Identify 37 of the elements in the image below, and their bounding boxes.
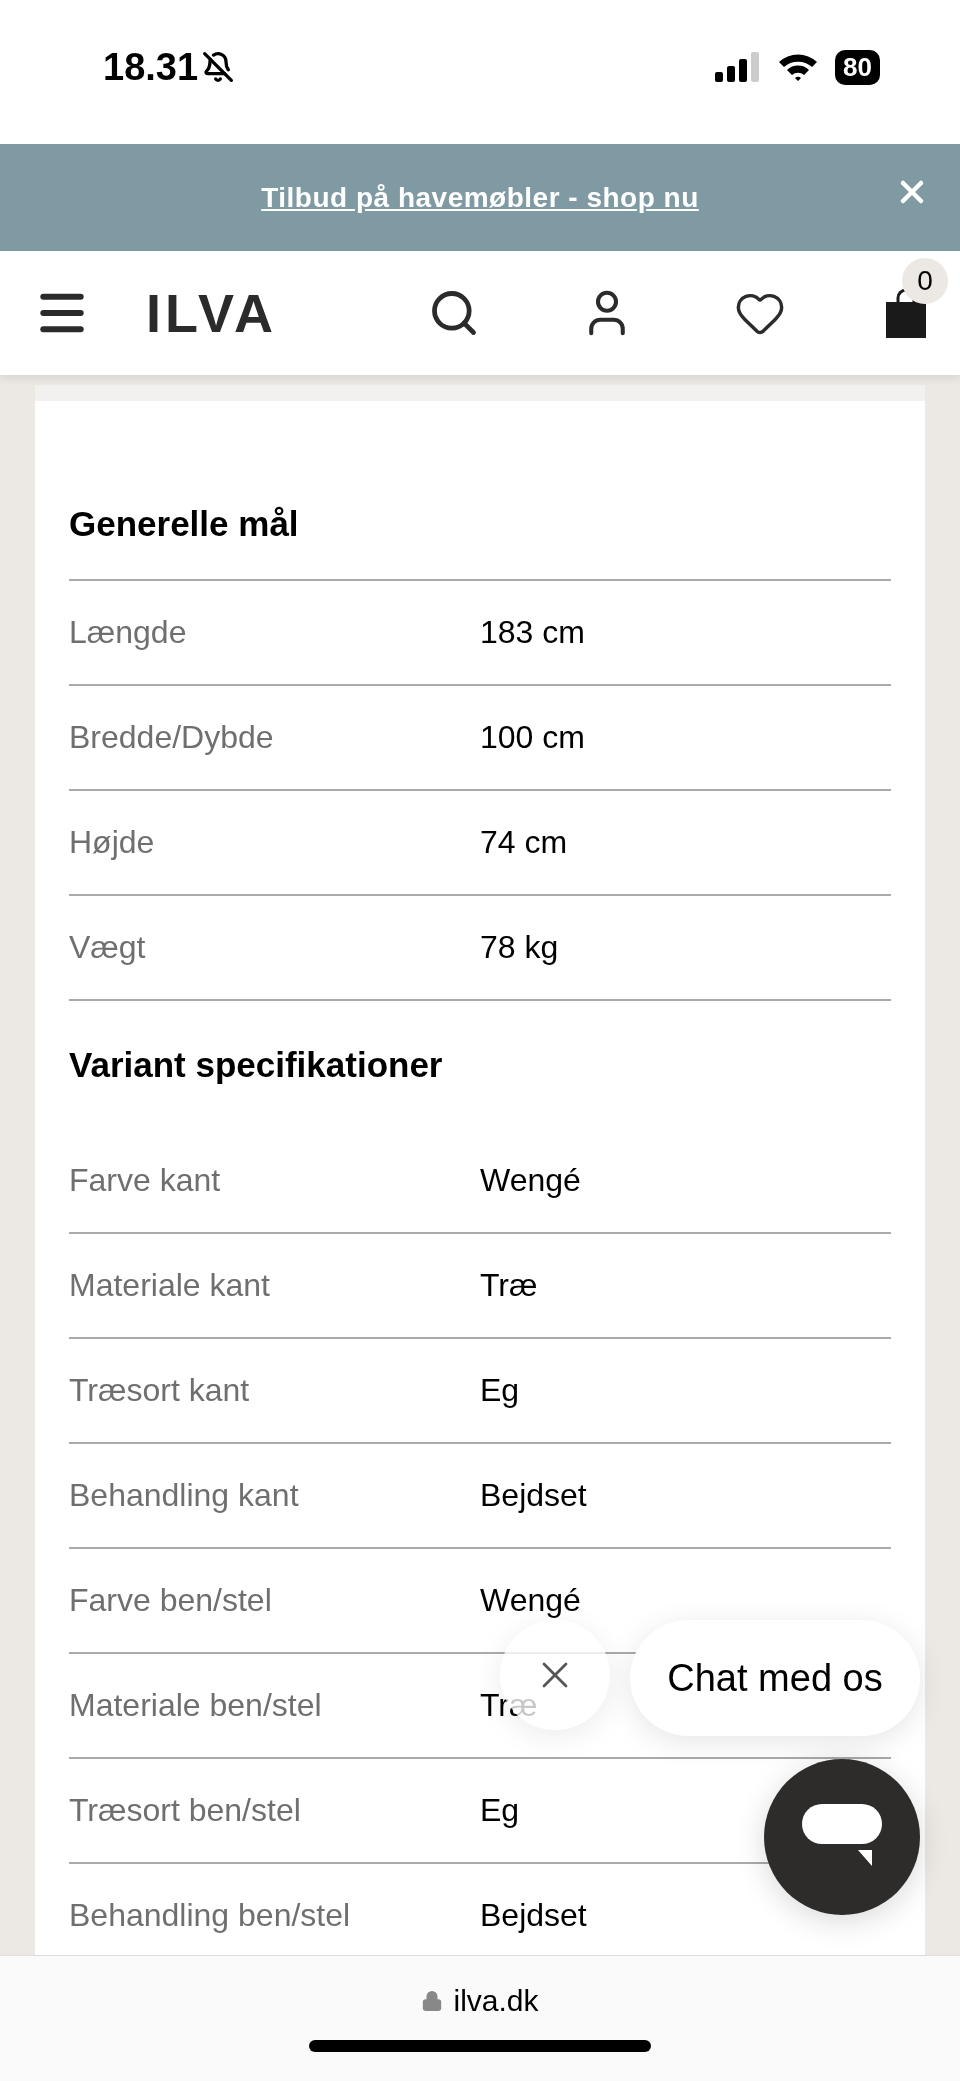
shopping-bag-icon[interactable] — [886, 288, 926, 338]
spec-value: Bejdset — [480, 1897, 587, 1934]
spec-label: Materiale kant — [69, 1267, 271, 1304]
spec-value: 100 cm — [480, 719, 585, 756]
spec-label: Højde — [69, 824, 156, 861]
spec-value: Bejdset — [480, 1477, 587, 1514]
url-text[interactable]: ilva.dk — [453, 1984, 539, 2018]
spec-label: Træsort kant — [69, 1372, 251, 1409]
spec-value: 78 kg — [480, 929, 559, 966]
spec-value: Træ — [480, 1687, 538, 1724]
wifi-icon — [777, 52, 820, 82]
cart-count: 0 — [902, 258, 948, 304]
battery-level: 80 — [835, 49, 880, 85]
signal-icon — [715, 52, 762, 82]
spec-value: Træ — [480, 1267, 538, 1304]
lock-icon — [421, 1990, 444, 2012]
logo[interactable]: ILVA — [146, 282, 277, 344]
spec-label: Træsort ben/stel — [69, 1792, 302, 1829]
spec-value: Wengé — [480, 1582, 581, 1619]
spec-value: Eg — [480, 1792, 520, 1829]
status-time: 18.31 — [103, 45, 199, 89]
spec-label: Materiale ben/stel — [69, 1687, 323, 1724]
spec-label: Vægt — [69, 929, 147, 966]
spec-label: Farve ben/stel — [69, 1582, 273, 1619]
spec-label: Bredde/Dybde — [69, 719, 275, 756]
spec-value: Eg — [480, 1372, 520, 1409]
bell-off-icon — [202, 51, 235, 83]
section-heading: Generelle mål — [69, 401, 891, 581]
spec-value: 183 cm — [480, 614, 585, 651]
chat-button[interactable]: Chat med os — [630, 1620, 920, 1736]
section-heading: Variant specifikationer — [69, 1044, 444, 1086]
spec-value: 74 cm — [480, 824, 568, 861]
spec-value: Wengé — [480, 1162, 581, 1199]
spec-label: Behandling ben/stel — [69, 1897, 352, 1934]
spec-label: Farve kant — [69, 1162, 222, 1199]
spec-label: Behandling kant — [69, 1477, 300, 1514]
spec-label: Længde — [69, 614, 188, 651]
